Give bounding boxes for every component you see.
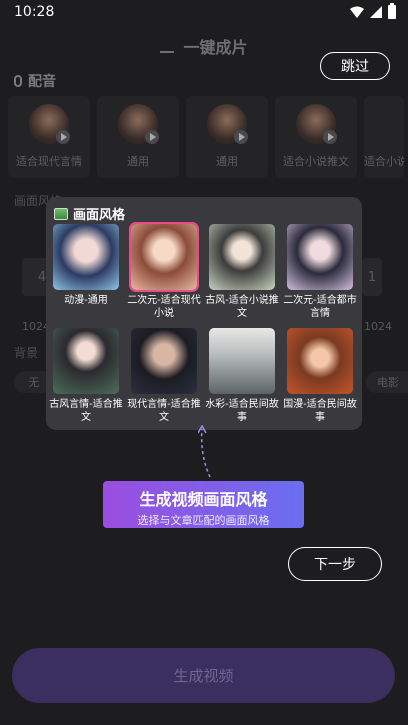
style-item[interactable]: 二次元-适合现代小说: [127, 222, 201, 328]
voice-list: 适合现代言情 通用 通用 适合小说推文 适合小说: [8, 96, 404, 178]
voice-item[interactable]: 通用: [97, 96, 179, 178]
next-step-button[interactable]: 下一步: [288, 547, 382, 581]
style-thumbnail[interactable]: [287, 328, 353, 394]
voice-item[interactable]: 适合现代言情: [8, 96, 90, 178]
style-thumbnail[interactable]: [209, 224, 275, 290]
voice-item[interactable]: 适合小说推文: [275, 96, 357, 178]
style-thumbnail[interactable]: [209, 328, 275, 394]
style-label: 动漫-通用: [64, 295, 108, 306]
style-label: 二次元-适合现代小说: [127, 295, 201, 319]
style-thumbnail[interactable]: [131, 328, 197, 394]
voice-label: 通用: [127, 155, 149, 168]
voice-label: 适合小说: [364, 155, 404, 168]
style-label: 国漫-适合民间故事: [283, 399, 357, 423]
guide-tooltip: 生成视频画面风格 选择与文章匹配的画面风格: [103, 481, 304, 528]
voice-section-label: 配音: [28, 74, 56, 90]
right-size-label: 1024: [364, 320, 392, 333]
style-popup: 画面风格 动漫-通用 二次元-适合现代小说 古风-适合小说推文 二次元-适合都市…: [46, 197, 362, 430]
style-item[interactable]: 古风言情-适合推文: [49, 328, 123, 432]
popup-title: 画面风格: [54, 204, 125, 223]
style-item[interactable]: 动漫-通用: [53, 224, 119, 328]
style-item[interactable]: 国漫-适合民间故事: [283, 328, 357, 432]
tooltip-title: 生成视频画面风格: [139, 490, 268, 509]
play-icon[interactable]: [56, 130, 70, 144]
style-item[interactable]: 古风-适合小说推文: [205, 224, 279, 328]
status-bar: 10:28: [0, 0, 408, 24]
right-option-box: 1: [362, 258, 382, 296]
style-item[interactable]: 现代言情-适合推文: [127, 328, 201, 432]
style-item[interactable]: 水彩-适合民间故事: [205, 328, 279, 432]
wifi-icon: [350, 6, 364, 18]
voice-section-title: 配音: [14, 71, 56, 91]
style-label: 古风言情-适合推文: [49, 399, 123, 423]
voice-label: 适合现代言情: [16, 155, 82, 168]
signal-icon: [370, 6, 382, 18]
play-icon[interactable]: [145, 130, 159, 144]
microphone-icon: [14, 75, 22, 87]
style-label: 水彩-适合民间故事: [205, 399, 279, 423]
popup-title-text: 画面风格: [73, 208, 126, 223]
guide-arrow-icon: [198, 425, 211, 478]
voice-label: 适合小说推文: [283, 155, 349, 168]
status-icons: [350, 3, 396, 19]
page-title: 一键成片: [183, 38, 248, 57]
status-time: 10:28: [14, 4, 55, 20]
style-thumbnail[interactable]: [53, 224, 119, 290]
logo-icon: [160, 43, 175, 53]
style-thumbnail[interactable]: [287, 224, 353, 290]
tooltip-subtitle: 选择与文章匹配的画面风格: [137, 514, 270, 527]
play-icon[interactable]: [234, 130, 248, 144]
generate-video-button[interactable]: 生成视频: [12, 648, 395, 703]
style-item[interactable]: 二次元-适合都市言情: [283, 224, 357, 328]
style-grid: 动漫-通用 二次元-适合现代小说 古风-适合小说推文 二次元-适合都市言情 古风…: [49, 222, 357, 432]
voice-item[interactable]: 适合小说: [364, 96, 404, 178]
style-label: 古风-适合小说推文: [205, 295, 279, 319]
style-thumbnail[interactable]: [53, 328, 119, 394]
voice-item[interactable]: 通用: [186, 96, 268, 178]
music-movie-option: 电影: [366, 371, 408, 393]
image-icon: [54, 207, 68, 220]
style-label: 现代言情-适合推文: [127, 399, 201, 423]
music-section-title: 背景: [14, 346, 39, 360]
style-thumbnail[interactable]: [129, 222, 199, 292]
voice-label: 通用: [216, 155, 238, 168]
play-icon[interactable]: [323, 130, 337, 144]
style-label: 二次元-适合都市言情: [283, 295, 357, 319]
skip-button[interactable]: 跳过: [320, 52, 390, 80]
battery-icon: [388, 3, 396, 19]
